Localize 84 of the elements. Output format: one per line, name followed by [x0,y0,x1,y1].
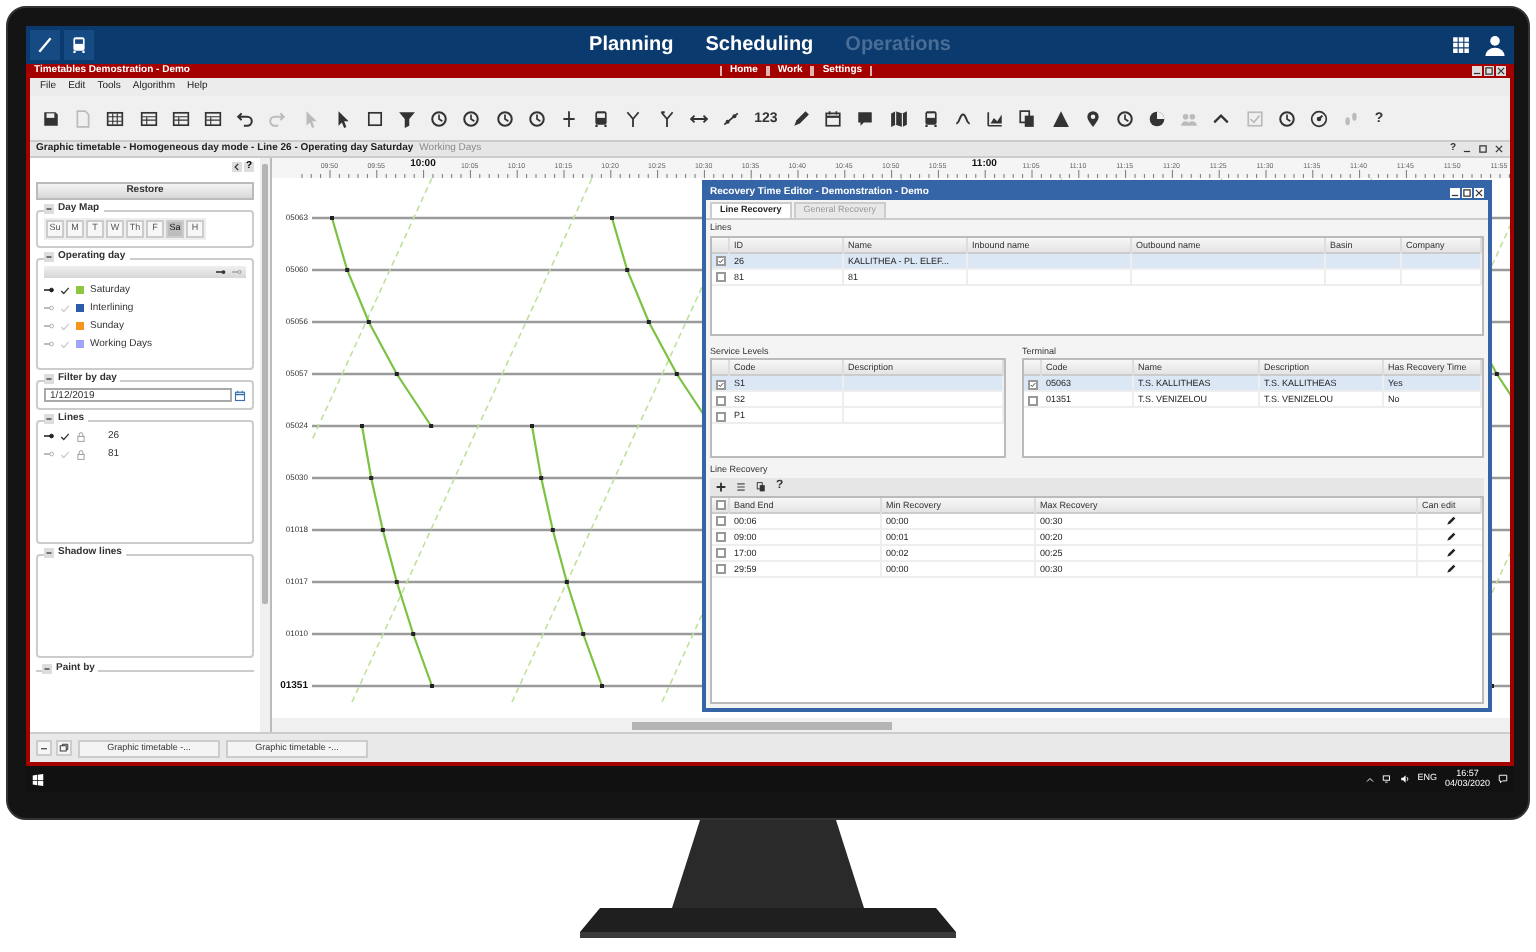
clock-icon[interactable] [430,109,449,127]
windows-icon[interactable] [56,740,72,756]
table-icon[interactable] [171,109,190,127]
table-icon[interactable] [139,109,158,127]
clock-icon[interactable] [527,109,546,127]
network-icon[interactable] [1381,774,1392,784]
checkbox[interactable] [716,395,726,405]
chart-icon[interactable] [986,109,1005,127]
maximize-icon[interactable] [1484,66,1494,76]
checkbox[interactable] [716,379,726,389]
checkbox[interactable] [715,500,725,510]
comment-icon[interactable] [856,109,875,127]
warning-icon[interactable] [1051,109,1069,127]
square-icon[interactable] [365,109,384,127]
save-icon[interactable] [42,109,60,127]
calendar-icon[interactable] [824,109,843,127]
minimize-icon[interactable] [1472,66,1482,76]
merge-icon[interactable] [624,109,643,127]
user-icon[interactable] [1480,30,1510,60]
bus-icon[interactable] [592,109,611,127]
arrow-dot-icon[interactable] [44,340,54,348]
pen-icon[interactable] [30,30,60,60]
module-link[interactable]: Planning [589,30,674,60]
calendar-icon[interactable] [234,389,246,401]
checkbox[interactable] [1028,395,1038,405]
scrollbar[interactable] [260,158,270,732]
maximize-icon[interactable] [1478,144,1488,154]
grid-icon[interactable] [106,109,125,127]
scrollbar-thumb[interactable] [632,721,892,729]
pointer-icon[interactable] [333,109,352,127]
clock-icon[interactable] [1277,109,1296,127]
pie-chart-icon[interactable] [1148,109,1167,127]
check-icon[interactable] [60,285,70,295]
check-icon[interactable] [60,431,70,441]
bus-icon[interactable] [921,109,940,127]
map-icon[interactable] [889,109,908,127]
checkbox[interactable] [716,532,726,542]
close-icon[interactable] [1494,144,1504,154]
checkbox[interactable] [716,548,726,558]
arrow-dot-icon[interactable] [216,268,226,276]
fork-icon[interactable] [657,109,676,127]
checkbox[interactable] [716,516,726,526]
module-link[interactable]: Scheduling [705,30,814,60]
arrow-dot-icon[interactable] [232,268,242,276]
arrow-dot-icon[interactable] [44,304,54,312]
checkbox[interactable] [716,411,726,421]
caret-up-icon[interactable] [1365,775,1374,783]
line-icon[interactable] [721,109,740,127]
checkbox[interactable] [1028,379,1038,389]
filter-icon[interactable] [398,109,417,127]
table-icon[interactable] [203,109,222,127]
close-icon[interactable] [1496,66,1506,76]
caret-up-icon[interactable] [1212,109,1231,127]
copy-icon[interactable] [1018,109,1037,127]
lock-icon [76,431,86,441]
notification-icon[interactable] [1498,774,1508,784]
pencil-icon[interactable] [792,109,810,127]
pin-icon[interactable] [1083,109,1102,127]
checkbox[interactable] [716,272,726,282]
gauge-icon[interactable] [1310,109,1328,127]
windows-logo-icon[interactable] [32,773,44,785]
clock-icon[interactable] [495,109,514,127]
clock-icon[interactable] [1115,109,1134,127]
double-arrow-icon[interactable] [689,109,708,127]
maximize-icon[interactable] [1462,187,1472,197]
checkbox[interactable] [716,256,726,266]
bus-icon[interactable] [64,30,94,60]
checkbox[interactable] [716,564,726,574]
collapse-icon[interactable] [231,161,242,171]
scrollbar[interactable] [272,718,1510,732]
copy-icon[interactable] [756,481,766,491]
lock-icon [76,449,86,459]
minimize-icon[interactable] [1450,187,1460,197]
undo-icon[interactable] [236,109,255,127]
arrow-dot-icon[interactable] [44,450,54,458]
list-icon[interactable] [736,481,746,491]
arrow-dot-icon[interactable] [44,286,54,294]
close-icon[interactable] [1474,187,1484,197]
plus-icon[interactable] [716,481,726,491]
clock-icon[interactable] [462,109,481,127]
arrow-dot-icon[interactable] [44,322,54,330]
scrollbar-thumb[interactable] [262,164,268,604]
arrow-dot-icon[interactable] [44,432,54,440]
speaker-icon[interactable] [1399,774,1410,784]
